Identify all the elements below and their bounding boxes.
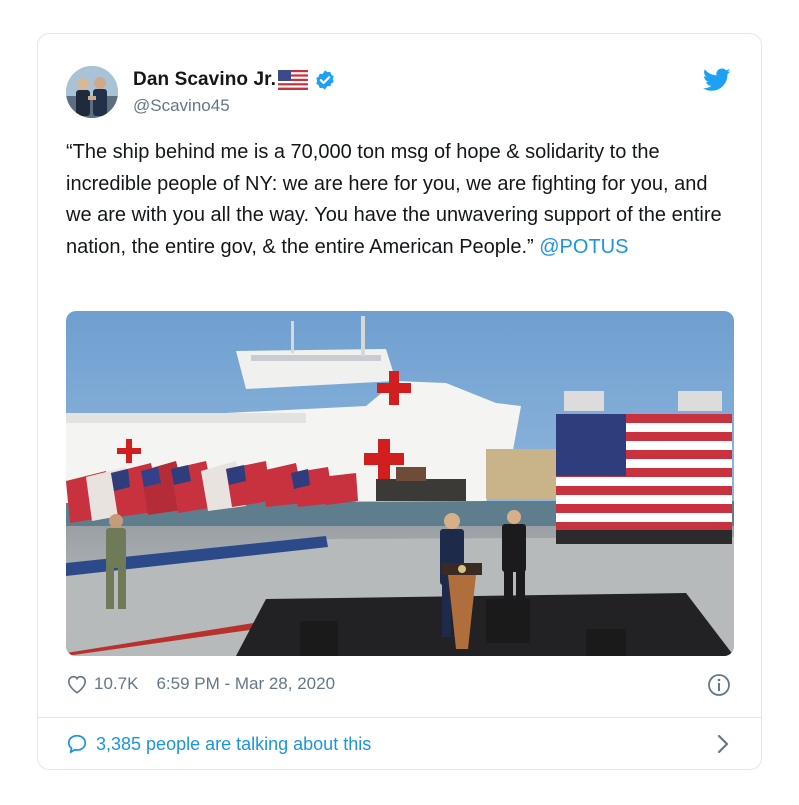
tweet-photo[interactable] xyxy=(66,311,734,656)
tweet-meta: 10.7K 6:59 PM - Mar 28, 2020 xyxy=(66,674,335,694)
like-count[interactable]: 10.7K xyxy=(94,674,138,694)
author-row: Dan Scavino Jr. xyxy=(133,69,336,91)
tweet-text: “The ship behind me is a 70,000 ton msg … xyxy=(66,137,736,263)
chevron-right-icon[interactable] xyxy=(715,733,731,755)
twitter-bird-icon[interactable] xyxy=(703,68,731,92)
photo-illustration xyxy=(66,311,734,656)
info-icon[interactable] xyxy=(707,673,731,697)
avatar[interactable] xyxy=(66,66,118,118)
verified-badge-icon xyxy=(316,70,334,90)
tweet-card: Dan Scavino Jr. @Scavino45 “The ship beh… xyxy=(37,33,762,770)
talking-about-label[interactable]: 3,385 people are talking about this xyxy=(96,734,371,755)
mention-link[interactable]: @POTUS xyxy=(539,236,628,258)
timestamp[interactable]: 6:59 PM - Mar 28, 2020 xyxy=(156,674,335,694)
avatar-image xyxy=(66,66,118,118)
speech-bubble-icon xyxy=(67,734,87,754)
heart-icon[interactable] xyxy=(66,674,88,694)
conversation-link[interactable]: 3,385 people are talking about this xyxy=(66,733,371,755)
author-name[interactable]: Dan Scavino Jr. xyxy=(133,69,276,91)
us-flag-emoji-icon xyxy=(278,70,309,90)
author-handle[interactable]: @Scavino45 xyxy=(133,96,230,116)
divider xyxy=(38,717,761,718)
